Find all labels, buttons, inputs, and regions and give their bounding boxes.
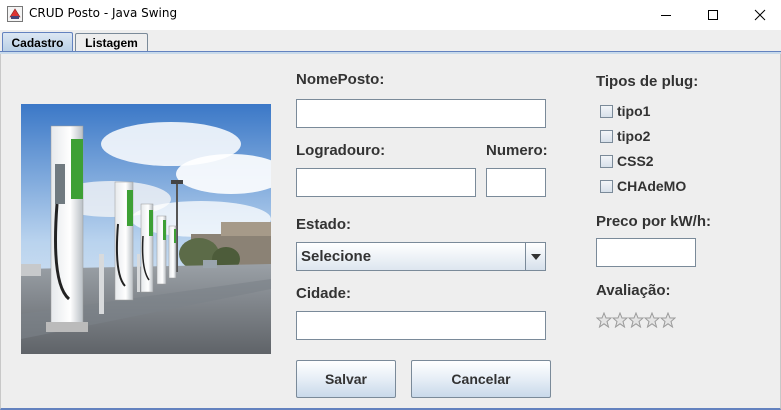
charging-station-photo xyxy=(21,104,271,354)
tipos-plug-label: Tipos de plug: xyxy=(596,73,699,90)
chevron-down-icon xyxy=(530,253,541,260)
plug-checkbox-tipo1[interactable]: tipo1 xyxy=(600,102,650,120)
plug-label: CSS2 xyxy=(617,153,654,169)
dropdown-arrow-button[interactable] xyxy=(525,243,545,270)
cancelar-button[interactable]: Cancelar xyxy=(411,360,551,398)
close-button[interactable] xyxy=(737,0,781,30)
avaliacao-label: Avaliação: xyxy=(596,282,671,299)
tab-listagem[interactable]: Listagem xyxy=(75,33,148,52)
close-icon xyxy=(754,9,766,21)
estado-selected: Selecione xyxy=(301,248,372,265)
main-content: Cadastro Listagem NomePosto: Logradouro:… xyxy=(0,30,781,410)
logradouro-label: Logradouro: xyxy=(296,142,386,159)
checkbox-icon[interactable] xyxy=(600,179,613,193)
salvar-button[interactable]: Salvar xyxy=(296,360,396,398)
tab-cadastro-label: Cadastro xyxy=(11,35,64,50)
minimize-button[interactable] xyxy=(643,0,689,30)
cidade-label: Cidade: xyxy=(296,285,352,302)
estado-label: Estado: xyxy=(296,216,352,233)
checkbox-icon[interactable] xyxy=(600,154,613,168)
plug-label: CHAdeMO xyxy=(617,178,687,194)
plug-checkbox-chademo[interactable]: CHAdeMO xyxy=(600,177,686,195)
minimize-icon xyxy=(661,15,671,16)
nome-posto-label: NomePosto: xyxy=(296,71,385,88)
estado-dropdown[interactable]: Selecione xyxy=(296,242,546,271)
tab-cadastro[interactable]: Cadastro xyxy=(2,32,73,52)
preco-label: Preco por kW/h: xyxy=(596,213,712,230)
star-rating[interactable] xyxy=(596,312,676,328)
star-icon[interactable] xyxy=(660,312,676,328)
checkbox-icon[interactable] xyxy=(600,104,613,118)
preco-field[interactable] xyxy=(596,238,696,267)
window-title: CRUD Posto - Java Swing xyxy=(29,6,178,20)
cidade-field[interactable] xyxy=(296,311,546,340)
maximize-button[interactable] xyxy=(690,0,736,30)
plug-checkbox-tipo2[interactable]: tipo2 xyxy=(600,127,650,145)
plug-label: tipo2 xyxy=(617,128,651,144)
numero-field[interactable] xyxy=(486,168,546,197)
plug-label: tipo1 xyxy=(617,103,651,119)
plug-checkbox-css2[interactable]: CSS2 xyxy=(600,152,654,170)
star-icon[interactable] xyxy=(596,312,612,328)
star-icon[interactable] xyxy=(628,312,644,328)
star-icon[interactable] xyxy=(612,312,628,328)
tab-listagem-label: Listagem xyxy=(85,36,138,50)
title-bar: CRUD Posto - Java Swing xyxy=(0,0,781,30)
maximize-icon xyxy=(708,10,718,20)
checkbox-icon[interactable] xyxy=(600,129,613,143)
logradouro-field[interactable] xyxy=(296,168,476,197)
numero-label: Numero: xyxy=(486,142,548,159)
star-icon[interactable] xyxy=(644,312,660,328)
java-app-icon[interactable] xyxy=(7,6,23,22)
nome-posto-field[interactable] xyxy=(296,99,546,128)
